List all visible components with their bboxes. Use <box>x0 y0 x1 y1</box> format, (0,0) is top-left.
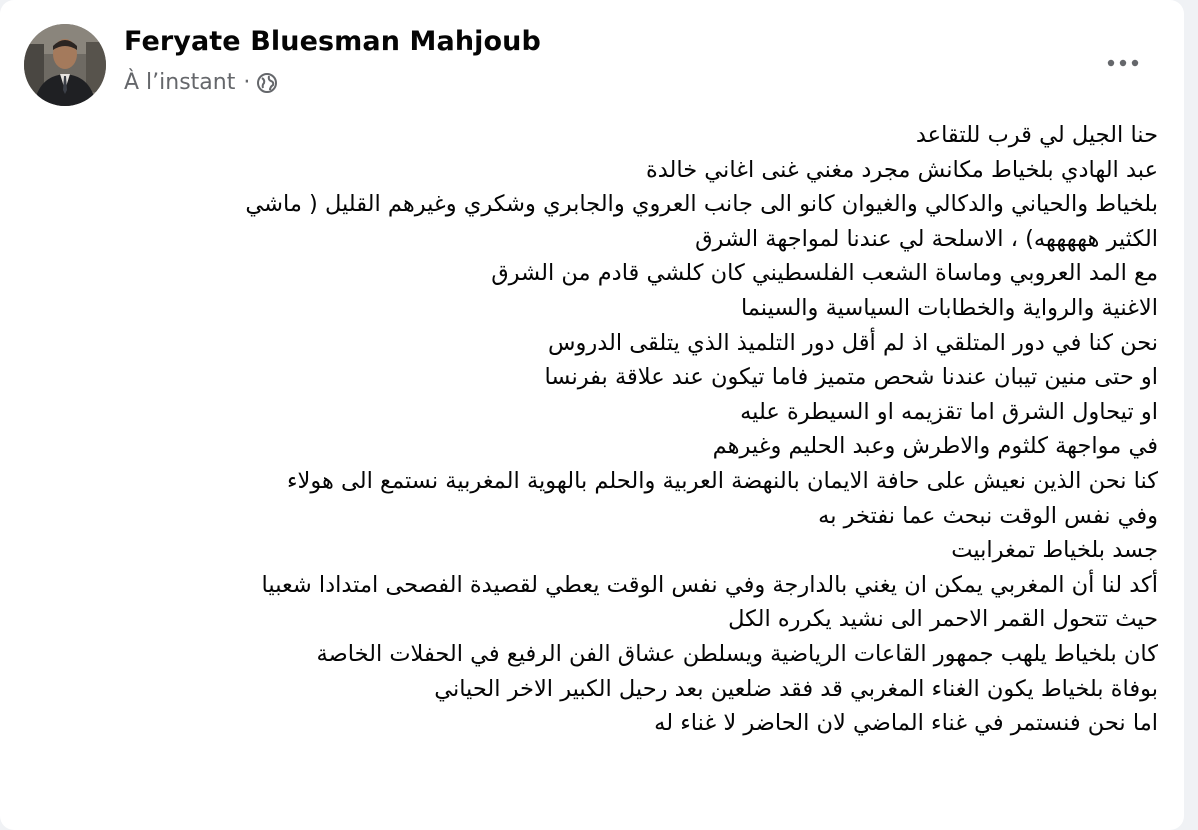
post-line: اما نحن فنستمر في غناء الماضي لان الحاضر… <box>654 710 1158 737</box>
more-horizontal-icon <box>1107 59 1139 67</box>
post-meta: À l’instant · <box>124 70 278 95</box>
post-line: وفي نفس الوقت نبحث عما نفتخر به <box>818 502 1158 529</box>
post-text: حنا الجيل لي قرب للتقاعد عبد الهادي بلخي… <box>28 118 1158 741</box>
avatar[interactable] <box>24 24 106 106</box>
post-header: Feryate Bluesman Mahjoub À l’instant · <box>24 24 1160 108</box>
post-line: بلخياط والحياني والدكالي والغيوان كانو ا… <box>245 191 1158 218</box>
post-card: Feryate Bluesman Mahjoub À l’instant · ح… <box>0 0 1184 830</box>
post-timestamp[interactable]: À l’instant <box>124 70 235 95</box>
author-name[interactable]: Feryate Bluesman Mahjoub <box>124 26 541 57</box>
post-line: أكد لنا أن المغربي يمكن ان يغني بالدارجة… <box>261 571 1158 598</box>
post-line: بوفاة بلخياط يكون الغناء المغربي قد فقد … <box>434 675 1158 702</box>
post-line: كنا نحن الذين نعيش على حافة الايمان بالن… <box>286 467 1158 494</box>
post-line: الاغنية والرواية والخطابات السياسية والس… <box>740 294 1158 321</box>
post-line: حيث تتحول القمر الاحمر الى نشيد يكرره ال… <box>728 606 1158 633</box>
more-options-button[interactable] <box>1098 38 1148 88</box>
post-line: او حتى منين تيبان عندنا شحص متميز فاما ت… <box>544 364 1158 391</box>
post-line: في مواجهة كلثوم والاطرش وعبد الحليم وغير… <box>712 433 1158 460</box>
post-line: عبد الهادي بلخياط مكانش مجرد مغني غنى اغ… <box>645 156 1158 183</box>
post-line: جسد بلخياط تمغرابيت <box>951 537 1158 564</box>
avatar-photo <box>24 24 106 106</box>
post-line: الكثير هههههه) ، الاسلحة لي عندنا لمواجه… <box>695 225 1158 252</box>
post-line: حنا الجيل لي قرب للتقاعد <box>915 122 1158 148</box>
globe-icon[interactable] <box>256 72 278 94</box>
post-line: كان بلخياط يلهب جمهور القاعات الرياضية و… <box>316 640 1158 667</box>
post-line: نحن كنا في دور المتلقي اذ لم أقل دور الت… <box>548 329 1158 356</box>
post-line: او تيحاول الشرق اما تقزيمه او السيطرة عل… <box>740 398 1158 425</box>
post-line: مع المد العروبي وماساة الشعب الفلسطيني ك… <box>491 260 1158 287</box>
meta-separator: · <box>243 70 251 95</box>
